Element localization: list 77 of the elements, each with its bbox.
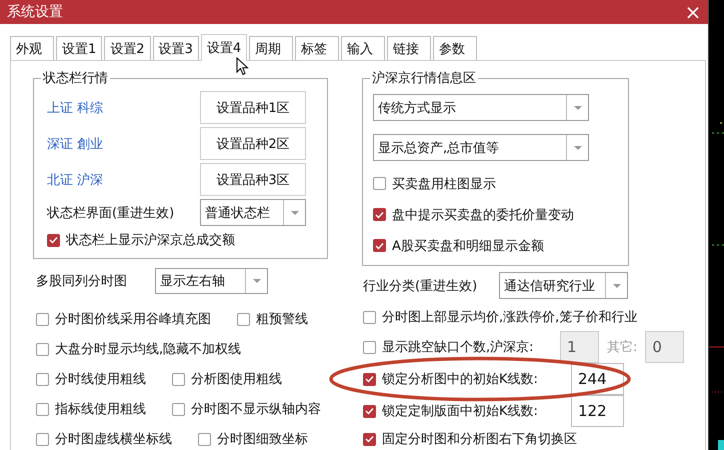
setting-button[interactable]: 设置品种3区 bbox=[200, 163, 306, 196]
checkbox-label: 分时线使用粗线 bbox=[55, 371, 146, 388]
checkbox-label: 状态栏上显示沪深京总成交额 bbox=[66, 232, 235, 249]
caret-icon bbox=[290, 210, 298, 214]
mouse-pointer-icon bbox=[236, 57, 249, 76]
checkbox[interactable] bbox=[363, 310, 376, 324]
checkbox-label: 指标线使用粗线 bbox=[55, 401, 146, 418]
checkmark-icon bbox=[375, 242, 384, 250]
checkbox[interactable] bbox=[172, 372, 185, 386]
tab[interactable]: 周期 bbox=[249, 36, 294, 60]
dropdown[interactable]: 显示总资产,总市值等 bbox=[373, 134, 589, 161]
checkmark-icon bbox=[49, 236, 58, 244]
tab[interactable]: 链接 bbox=[387, 36, 432, 60]
field-label: 多股同列分时图 bbox=[36, 273, 128, 290]
field-label: 状态栏界面(重进生效) bbox=[47, 204, 176, 222]
tab[interactable]: 设置1 bbox=[56, 36, 102, 60]
checkbox[interactable] bbox=[363, 372, 376, 386]
dropdown[interactable]: 传统方式显示 bbox=[373, 94, 589, 121]
tab[interactable]: 输入 bbox=[341, 36, 386, 60]
checkbox-label: 分时图不显示纵轴内容 bbox=[191, 401, 321, 418]
checkbox[interactable] bbox=[47, 234, 60, 246]
caret-icon bbox=[574, 146, 582, 150]
window-title: 系统设置 bbox=[7, 3, 63, 21]
checkmark-icon bbox=[365, 375, 374, 383]
close-button[interactable]: × bbox=[678, 0, 708, 24]
checkmark-icon bbox=[365, 407, 374, 415]
checkmark-icon bbox=[375, 210, 384, 218]
checkmark-icon bbox=[365, 435, 374, 443]
checkbox[interactable] bbox=[198, 432, 211, 446]
checkbox[interactable] bbox=[172, 402, 185, 416]
dropdown[interactable]: 显示左右轴 bbox=[155, 268, 268, 294]
dropdown[interactable]: 普通状态栏 bbox=[200, 199, 306, 226]
checkbox-label: 锁定分析图中的初始K线数: bbox=[382, 371, 538, 388]
number-field[interactable]: 122 bbox=[571, 395, 624, 427]
tab[interactable]: 设置3 bbox=[152, 36, 199, 60]
checkbox-label: 分时图上部显示均价,涨跌停价,笼子价和行业 bbox=[382, 309, 638, 326]
checkbox-label: 盘中提示买卖盘的委托价量变动 bbox=[392, 206, 574, 224]
checkbox-label: 粗预警线 bbox=[256, 311, 308, 328]
dropdown[interactable]: 通达信研究行业 bbox=[499, 272, 628, 299]
checkbox-label: 分时图虚线横坐标线 bbox=[55, 431, 172, 448]
checkbox-label: 大盘分时显示均线,隐藏不加权线 bbox=[55, 341, 242, 358]
checkbox[interactable] bbox=[237, 312, 250, 326]
field-label: 行业分类(重进生效) bbox=[363, 278, 478, 294]
setting-button[interactable]: 设置品种1区 bbox=[200, 91, 306, 124]
tab[interactable]: 参数 bbox=[433, 36, 478, 60]
checkbox[interactable] bbox=[36, 312, 49, 326]
checkbox[interactable] bbox=[36, 402, 49, 416]
tab[interactable]: 外观 bbox=[10, 36, 54, 60]
checkbox-label: 分析图使用粗线 bbox=[191, 371, 282, 388]
checkbox[interactable] bbox=[373, 177, 386, 190]
checkbox[interactable] bbox=[373, 208, 386, 221]
tab[interactable]: 设置2 bbox=[104, 36, 151, 60]
checkbox[interactable] bbox=[363, 404, 376, 418]
market-label: 北证 沪深 bbox=[47, 172, 104, 188]
group-title: 状态栏行情 bbox=[41, 70, 110, 87]
checkbox-label: 分时图细致坐标 bbox=[217, 431, 308, 448]
checkbox-label: 显示跳空缺口个数,沪深京: bbox=[382, 339, 534, 356]
tab[interactable]: 标签 bbox=[295, 36, 340, 60]
checkbox[interactable] bbox=[363, 432, 376, 446]
checkbox[interactable] bbox=[36, 432, 49, 446]
checkbox-label: A股买卖盘和明细显示金额 bbox=[392, 238, 544, 254]
caret-icon bbox=[574, 106, 582, 110]
tab[interactable]: 设置4 bbox=[200, 34, 248, 61]
checkbox-label: 买卖盘用柱图显示 bbox=[392, 176, 496, 192]
checkbox[interactable] bbox=[373, 239, 386, 252]
caret-icon bbox=[252, 279, 260, 283]
checkbox-label: 锁定定制版面中初始K线数: bbox=[382, 403, 538, 420]
group-title: 沪深京行情信息区 bbox=[370, 70, 478, 87]
field-label: 其它: bbox=[607, 339, 638, 356]
market-label: 深证 創业 bbox=[47, 136, 104, 152]
checkbox-label: 分时图价线采用谷峰填充图 bbox=[55, 311, 211, 328]
checkbox[interactable] bbox=[36, 342, 49, 356]
caret-icon bbox=[612, 284, 620, 288]
market-label: 上证 科综 bbox=[47, 100, 104, 116]
checkbox[interactable] bbox=[36, 372, 49, 386]
checkbox-label: 固定分时图和分析图右下角切换区 bbox=[382, 431, 577, 448]
setting-button[interactable]: 设置品种2区 bbox=[200, 127, 306, 160]
